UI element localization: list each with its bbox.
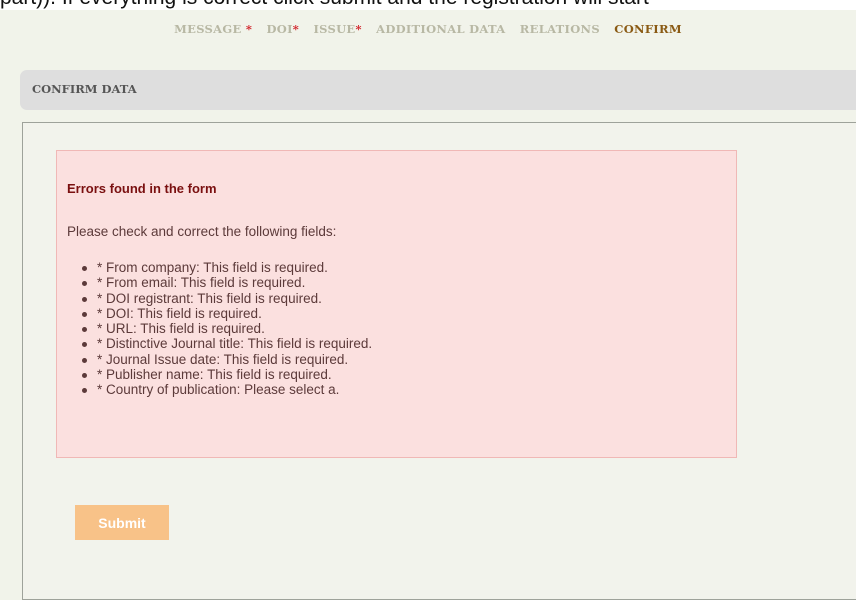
error-item: * URL: This field is required. [81,321,372,336]
step-doi[interactable]: DOI* [267,22,300,36]
step-additional-data-label: ADDITIONAL DATA [376,22,506,36]
error-item: * From email: This field is required. [81,275,372,290]
error-intro: Please check and correct the following f… [67,224,337,239]
wizard-steps: MESSAGE * DOI* ISSUE* ADDITIONAL DATA RE… [0,22,856,36]
error-item: * Country of publication: Please select … [81,382,372,397]
error-item: * Journal Issue date: This field is requ… [81,352,372,367]
step-additional-data[interactable]: ADDITIONAL DATA [376,22,505,36]
section-header: CONFIRM DATA [20,70,856,110]
step-message[interactable]: MESSAGE * [174,22,252,36]
step-issue[interactable]: ISSUE* [313,22,361,36]
error-list: * From company: This field is required. … [67,260,372,398]
error-item: * Publisher name: This field is required… [81,367,372,382]
required-mark: * [292,22,300,36]
required-mark: * [245,22,253,36]
step-relations-label: RELATIONS [519,22,600,36]
step-issue-label: ISSUE [313,22,356,36]
instruction-text: part)). If everything is correct click s… [0,0,856,10]
error-item: * DOI: This field is required. [81,306,372,321]
error-item: * DOI registrant: This field is required… [81,291,372,306]
error-box: Errors found in the form Please check an… [56,150,737,458]
required-mark: * [355,22,362,36]
error-item: * Distinctive Journal title: This field … [81,336,373,352]
step-confirm-label: CONFIRM [614,22,682,36]
step-doi-label: DOI [266,22,293,36]
step-relations[interactable]: RELATIONS [520,22,600,36]
submit-button[interactable]: Submit [75,505,169,540]
step-confirm[interactable]: CONFIRM [614,22,682,36]
error-title: Errors found in the form [67,181,217,196]
error-item: * From company: This field is required. [81,260,372,275]
step-message-label: MESSAGE [174,22,242,36]
